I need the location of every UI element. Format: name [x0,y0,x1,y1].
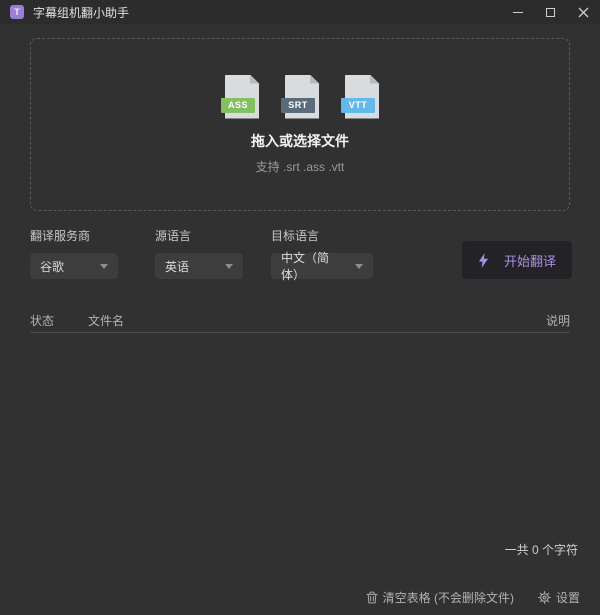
footer: 清空表格 (不会删除文件) 设置 [366,589,580,606]
source-lang-label: 源语言 [155,227,243,244]
trash-icon [366,591,378,604]
file-dropzone[interactable]: ASS SRT VTT 拖入或选择文件 支持 .srt .ass .vtt [30,38,570,211]
maximize-button[interactable] [534,0,567,24]
settings-button[interactable]: 设置 [538,589,580,606]
start-translation-label: 开始翻译 [504,251,556,270]
provider-select[interactable]: 谷歌 [30,253,118,279]
maximize-icon [546,8,555,17]
char-count: 一共 0 个字符 [505,541,578,558]
start-translation-button[interactable]: 开始翻译 [462,241,572,279]
ass-file-icon: ASS [225,75,259,119]
ass-file-label: ASS [221,98,255,113]
settings-label: 设置 [556,589,580,606]
window-title: 字幕组机翻小助手 [33,4,129,21]
minimize-icon [513,12,523,13]
column-status: 状态 [30,312,88,329]
source-lang-select[interactable]: 英语 [155,253,243,279]
srt-file-icon: SRT [285,75,319,119]
dropdown-arrow-icon [100,264,108,269]
clear-table-button[interactable]: 清空表格 (不会删除文件) [366,589,514,606]
vtt-file-icon: VTT [345,75,379,119]
target-lang-select[interactable]: 中文（简体） [271,253,373,279]
provider-value: 谷歌 [40,258,64,275]
app-icon: T [10,5,24,19]
file-table-header: 状态 文件名 说明 [30,308,570,333]
dropzone-subtitle: 支持 .srt .ass .vtt [256,158,345,175]
column-filename: 文件名 [88,312,546,329]
source-lang-value: 英语 [165,258,189,275]
gear-icon [538,591,551,604]
dropdown-arrow-icon [225,264,233,269]
target-lang-value: 中文（简体） [281,249,347,283]
clear-table-label: 清空表格 (不会删除文件) [383,589,514,606]
target-lang-label: 目标语言 [271,227,373,244]
dropdown-arrow-icon [355,264,363,269]
column-note: 说明 [546,312,570,329]
lightning-icon [478,253,489,268]
controls-row: 翻译服务商 谷歌 源语言 英语 目标语言 中文（简体） 开始翻译 [30,227,572,279]
provider-label: 翻译服务商 [30,227,118,244]
vtt-file-label: VTT [341,98,375,113]
minimize-button[interactable] [501,0,534,24]
dropzone-title: 拖入或选择文件 [251,131,349,151]
file-type-icons: ASS SRT VTT [221,75,379,119]
close-button[interactable] [567,0,600,24]
titlebar: T 字幕组机翻小助手 [0,0,600,24]
srt-file-label: SRT [281,98,315,113]
close-icon [578,7,589,18]
